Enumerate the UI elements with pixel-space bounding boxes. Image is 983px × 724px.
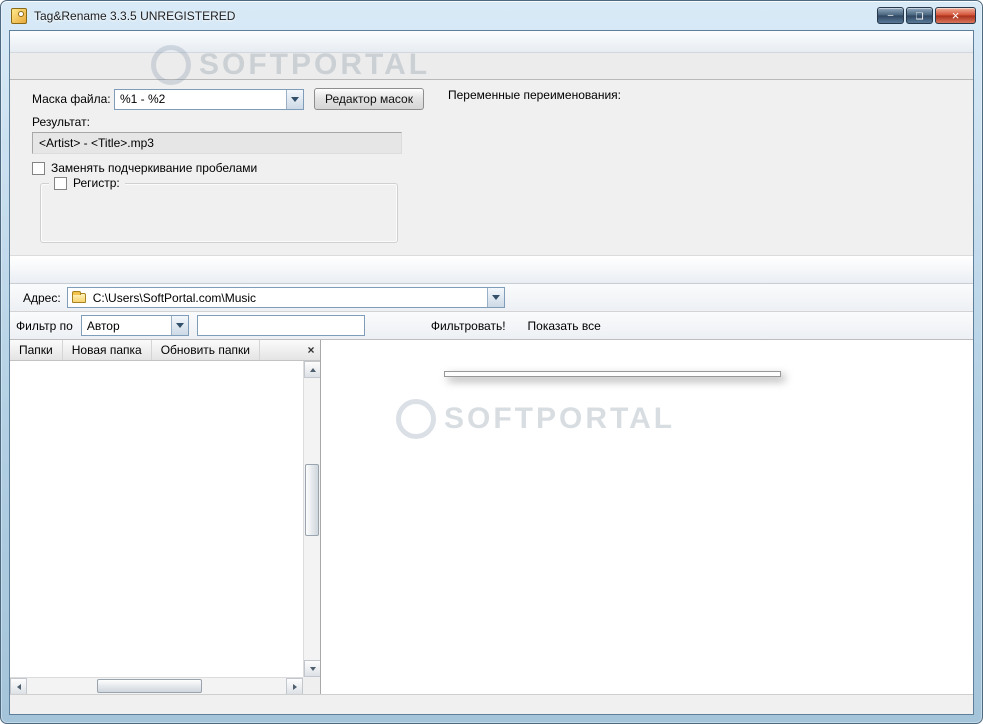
rename-panel: Маска файла: %1 - %2 Редактор масок Резу… — [10, 80, 973, 256]
register-checkbox-icon[interactable] — [54, 176, 67, 190]
folder-tree — [10, 361, 303, 677]
folders-tree-area — [10, 361, 320, 694]
filter-apply-button[interactable]: Фильтровать! — [423, 315, 514, 337]
folders-header: Папки Новая папка Обновить папки × — [10, 340, 320, 361]
filter-apply-label: Фильтровать! — [430, 318, 506, 333]
show-all-label: Показать все — [527, 318, 601, 333]
title-bar[interactable]: Tag&Rename 3.3.5 UNREGISTERED — [1, 1, 982, 30]
filter-field-combobox[interactable]: Автор — [80, 315, 189, 336]
filter-bar: Фильтр по Автор Фильтровать! Показать вс… — [10, 312, 973, 340]
result-label: Результат: — [32, 115, 90, 129]
minimize-button[interactable] — [877, 7, 904, 24]
app-icon — [11, 7, 27, 24]
folders-panel: Папки Новая папка Обновить папки × — [10, 340, 321, 694]
vertical-scroll-thumb[interactable] — [305, 464, 319, 536]
mask-value: %1 - %2 — [120, 92, 166, 106]
checkbox-icon[interactable] — [32, 161, 45, 175]
rename-panel-right: Переменные переименования: — [448, 88, 963, 249]
new-folder-button[interactable]: Новая папка — [63, 340, 152, 360]
file-list-header — [321, 340, 973, 360]
underscore-checkbox[interactable]: Заменять подчеркивание пробелами — [32, 161, 424, 175]
file-list-rows — [321, 360, 973, 694]
mask-dropdown-arrow-icon[interactable] — [286, 89, 303, 109]
filter-field-value: Автор — [86, 318, 120, 333]
address-dropdown-arrow-icon[interactable] — [486, 288, 504, 307]
tree-horizontal-scrollbar[interactable] — [10, 677, 303, 694]
mask-label: Маска файла: — [32, 92, 111, 106]
close-folders-icon[interactable]: × — [302, 340, 320, 360]
register-groupbox: Регистр: — [40, 176, 398, 243]
scroll-left-icon[interactable] — [10, 678, 27, 694]
app-window: Tag&Rename 3.3.5 UNREGISTERED Маска файл… — [0, 0, 983, 724]
mask-editor-label: Редактор масок — [325, 92, 413, 106]
result-value: <Artist> - <Title>.mp3 — [32, 132, 402, 154]
menu-bar — [10, 31, 973, 53]
mask-editor-button[interactable]: Редактор масок — [314, 88, 424, 110]
variables-title: Переменные переименования: — [448, 88, 621, 102]
file-list-panel — [321, 340, 973, 694]
maximize-button[interactable] — [906, 7, 933, 24]
context-menu — [444, 371, 781, 377]
underscore-checkbox-label: Заменять подчеркивание пробелами — [51, 161, 258, 175]
address-combobox[interactable]: C:\Users\SoftPortal.com\Music — [66, 287, 505, 308]
address-value: C:\Users\SoftPortal.com\Music — [92, 290, 257, 305]
register-group-label: Регистр: — [73, 176, 120, 190]
close-button[interactable] — [935, 7, 976, 24]
rename-panel-left: Маска файла: %1 - %2 Редактор масок Резу… — [32, 88, 424, 249]
scroll-down-icon[interactable] — [304, 660, 320, 677]
scrollbar-corner — [303, 677, 320, 694]
filter-label: Фильтр по — [16, 318, 73, 333]
status-bar — [10, 694, 973, 714]
mask-combobox[interactable]: %1 - %2 — [114, 88, 304, 110]
main-toolbar — [10, 256, 973, 284]
filter-input[interactable] — [196, 315, 365, 336]
scroll-right-icon[interactable] — [286, 678, 303, 694]
tree-vertical-scrollbar[interactable] — [303, 361, 320, 677]
vertical-scroll-track[interactable] — [304, 378, 320, 660]
horizontal-scroll-track[interactable] — [27, 678, 286, 694]
address-folder-icon — [71, 290, 86, 303]
register-options — [51, 196, 387, 234]
folders-tab[interactable]: Папки — [10, 340, 63, 360]
scroll-up-icon[interactable] — [304, 361, 320, 378]
filter-dropdown-arrow-icon[interactable] — [170, 316, 188, 335]
window-controls — [877, 7, 976, 24]
horizontal-scroll-thumb[interactable] — [97, 679, 202, 693]
content-area: Папки Новая папка Обновить папки × — [10, 340, 973, 694]
address-bar: Адрес: C:\Users\SoftPortal.com\Music — [10, 284, 973, 312]
show-all-button[interactable]: Показать все — [520, 315, 609, 337]
window-title: Tag&Rename 3.3.5 UNREGISTERED — [34, 8, 236, 23]
tab-bar — [10, 53, 973, 80]
refresh-folders-button[interactable]: Обновить папки — [152, 340, 260, 360]
address-label: Адрес: — [23, 290, 61, 305]
